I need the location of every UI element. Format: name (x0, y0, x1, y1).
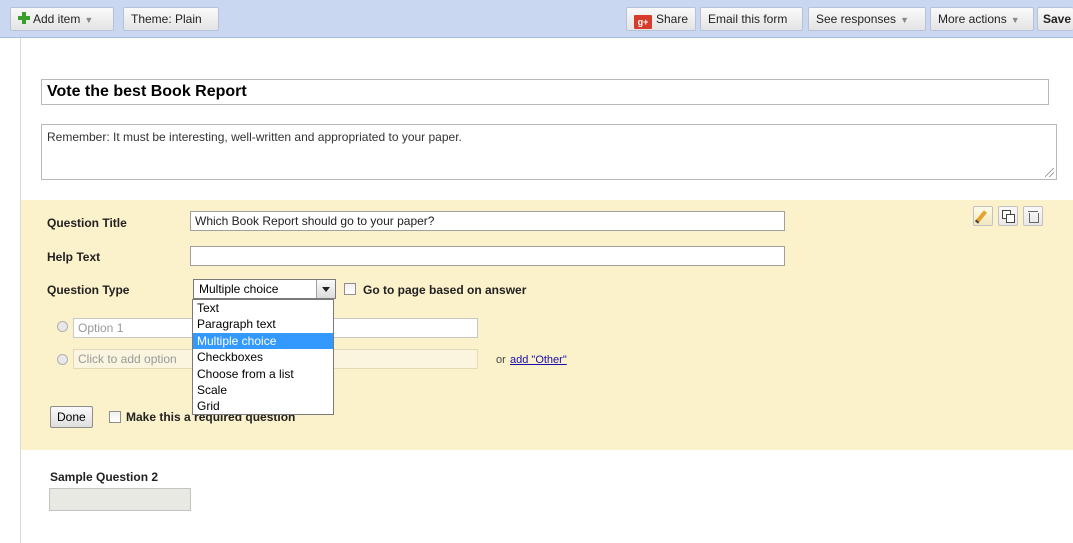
form-description-input[interactable]: Remember: It must be interesting, well-w… (41, 124, 1057, 180)
question-type-dropdown-list: Text Paragraph text Multiple choice Chec… (192, 299, 334, 415)
question-type-value: Multiple choice (199, 282, 279, 296)
question-title-input[interactable]: Which Book Report should go to your pape… (190, 211, 785, 231)
form-description-text: Remember: It must be interesting, well-w… (47, 130, 462, 144)
theme-button[interactable]: Theme: Plain (123, 7, 219, 31)
go-to-page-checkbox[interactable] (344, 283, 356, 295)
question-type-select[interactable]: Multiple choice (193, 279, 336, 299)
add-item-label: Add item (33, 12, 81, 26)
see-responses-label: See responses (816, 12, 897, 26)
question-title-label: Question Title (47, 216, 127, 230)
dropdown-option-paragraph-text[interactable]: Paragraph text (193, 316, 333, 332)
dropdown-option-grid[interactable]: Grid (193, 398, 333, 414)
chevron-down-icon: ▼ (900, 15, 909, 25)
go-to-page-label: Go to page based on answer (363, 283, 527, 297)
share-label: Share (656, 12, 689, 26)
email-form-label: Email this form (708, 12, 788, 26)
help-text-input[interactable] (190, 246, 785, 266)
plus-icon (18, 12, 30, 24)
trash-icon[interactable] (1023, 206, 1043, 226)
dropdown-option-checkboxes[interactable]: Checkboxes (193, 349, 333, 365)
sample-question-2-title: Sample Question 2 (50, 470, 159, 484)
add-item-button[interactable]: Add item ▼ (10, 7, 114, 31)
dropdown-option-multiple-choice[interactable]: Multiple choice (193, 332, 333, 350)
required-question-checkbox[interactable] (109, 411, 121, 423)
chevron-down-icon: ▼ (84, 15, 94, 25)
question-type-label: Question Type (47, 283, 130, 297)
pencil-icon[interactable] (973, 206, 993, 226)
form-toolbar: Add item ▼ Theme: Plain g+ Share Email thi… (0, 0, 1073, 38)
google-plus-icon: g+ (634, 15, 652, 29)
help-text-label: Help Text (47, 250, 101, 264)
save-button[interactable]: Save (1037, 7, 1073, 31)
chevron-down-icon: ▼ (1010, 15, 1020, 25)
dropdown-option-scale[interactable]: Scale (193, 382, 333, 398)
dropdown-option-choose-from-list[interactable]: Choose from a list (193, 366, 333, 382)
question-editor: Question Title Which Book Report should … (21, 200, 1073, 450)
add-option-radio (57, 354, 68, 365)
share-button[interactable]: g+ Share (626, 7, 696, 31)
option-1-radio (57, 321, 68, 332)
dropdown-option-text[interactable]: Text (193, 300, 333, 316)
theme-label: Theme: Plain (131, 12, 202, 26)
form-title-input[interactable]: Vote the best Book Report (41, 79, 1049, 105)
more-actions-label: More actions (938, 12, 1007, 26)
or-text: or (496, 354, 506, 366)
save-label: Save (1043, 12, 1072, 26)
more-actions-button[interactable]: More actions ▼ (930, 7, 1034, 31)
add-other-link[interactable]: add "Other" (510, 354, 567, 366)
copy-icon[interactable] (998, 206, 1018, 226)
chevron-down-icon[interactable] (316, 280, 335, 298)
form-editor-page: Vote the best Book Report Remember: It m… (20, 38, 1073, 543)
email-form-button[interactable]: Email this form (700, 7, 803, 31)
resize-grip-icon[interactable] (1045, 168, 1054, 177)
see-responses-button[interactable]: See responses ▼ (808, 7, 926, 31)
sample-question-2-input[interactable] (49, 488, 191, 511)
done-button[interactable]: Done (50, 406, 93, 428)
